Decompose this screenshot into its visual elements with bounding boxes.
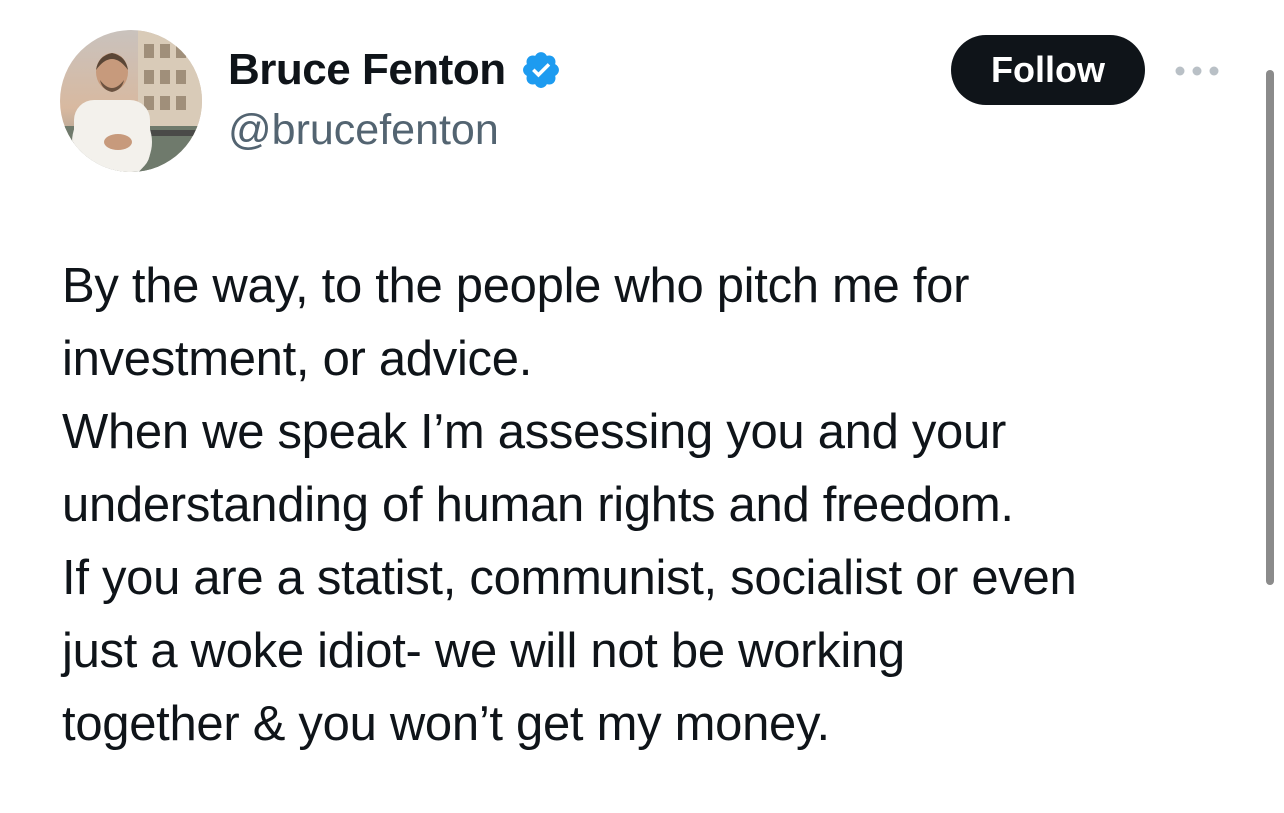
tweet-line: just a woke idiot- we will not be workin… (62, 624, 905, 678)
avatar[interactable] (60, 30, 202, 172)
tweet-line: By the way, to the people who pitch me f… (62, 259, 970, 313)
tweet-line: investment, or advice. (62, 332, 533, 386)
avatar-photo (60, 30, 202, 172)
tweet-line: If you are a statist, communist, sociali… (62, 551, 1077, 605)
tweet-line: When we speak I’m assessing you and your (62, 405, 1006, 459)
tweet-text: By the way, to the people who pitch me f… (62, 250, 1242, 761)
follow-button[interactable]: Follow (951, 35, 1145, 105)
more-options-button[interactable] (1172, 58, 1222, 84)
author-display-name[interactable]: Bruce Fenton (228, 44, 506, 96)
tweet-card: Bruce Fenton @brucefenton Follow By the … (0, 0, 1284, 813)
tweet-line: understanding of human rights and freedo… (62, 478, 1014, 532)
verified-badge-icon (522, 52, 559, 88)
author-handle[interactable]: @brucefenton (228, 104, 499, 156)
tweet-line: together & you won’t get my money. (62, 697, 830, 751)
scrollbar[interactable] (1266, 70, 1274, 585)
author-name-row: Bruce Fenton (228, 44, 562, 96)
more-dots-icon (1175, 66, 1219, 76)
